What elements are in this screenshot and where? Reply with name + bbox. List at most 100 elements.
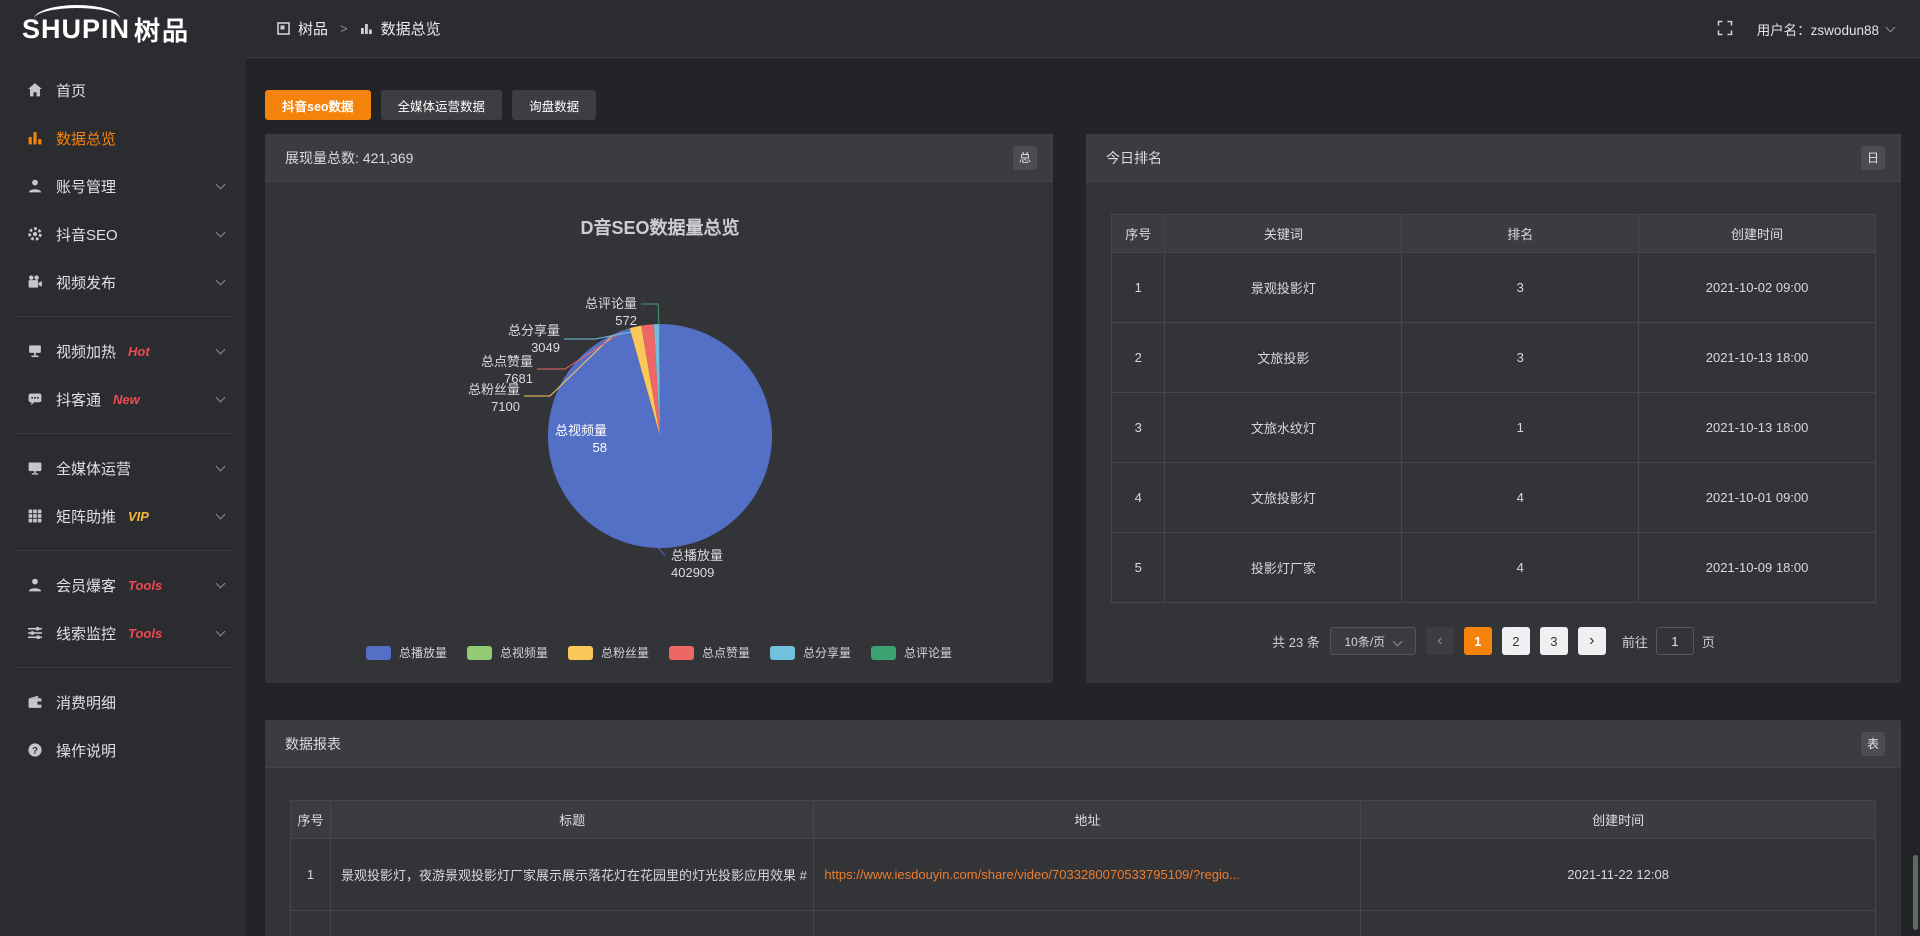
sidebar-item-lead-monitor[interactable]: 线索监控 Tools [0,609,246,657]
cell-time: 2021-10-13 18:00 [1639,393,1876,463]
page-button-3[interactable]: 3 [1540,627,1568,655]
table-toggle-button[interactable]: 表 [1861,732,1885,756]
legend-label: 总视频量 [500,644,548,661]
chevron-down-icon [1393,636,1403,646]
chevron-down-icon [216,345,226,355]
tab-bar: 抖音seo数据 全媒体运营数据 询盘数据 [265,90,1901,120]
legend-item-fans[interactable]: 总粉丝量 [568,644,649,661]
sidebar-item-help[interactable]: ? 操作说明 [0,726,246,774]
app-square-icon [277,22,290,35]
sidebar-divider [14,550,232,551]
topbar: 树品 > 数据总览 用户名：zswodun88 [246,0,1920,58]
sidebar-item-label: 会员爆客 [56,575,116,596]
breadcrumb-separator: > [340,21,348,36]
page-size-select[interactable]: 10条/页 [1330,627,1416,655]
goto-page: 前往 页 [1622,627,1715,655]
sidebar-item-member-burst[interactable]: 会员爆客 Tools [0,561,246,609]
svg-text:7681: 7681 [504,371,533,386]
next-page-button[interactable]: › [1578,627,1606,655]
total-toggle-button[interactable]: 总 [1013,146,1037,170]
sidebar-item-label: 视频发布 [56,272,116,293]
pie-chart: D音SEO数据量总览 总播放量402909总视频量58总粉丝量7100总点赞量7… [265,182,1053,642]
sidebar-item-data-overview[interactable]: 数据总览 [0,114,246,162]
legend-item-likes[interactable]: 总点赞量 [669,644,750,661]
sidebar-item-video-publish[interactable]: 视频发布 [0,258,246,306]
user-menu[interactable]: 用户名：zswodun88 [1757,19,1894,39]
sidebar-item-douyin-seo[interactable]: 抖音SEO [0,210,246,258]
breadcrumb-root[interactable]: 树品 [298,18,328,39]
page-button-2[interactable]: 2 [1502,627,1530,655]
question-circle-icon: ? [26,742,43,759]
page-scrollbar[interactable] [1913,855,1918,930]
sidebar-item-douketong[interactable]: 抖客通 New [0,375,246,423]
svg-text:402909: 402909 [671,565,714,580]
ranking-panel-title: 今日排名 [1106,148,1162,168]
col-header-time: 创建时间 [1361,801,1876,839]
topbar-right: 用户名：zswodun88 [1717,19,1894,39]
cell-title: 景观投影灯，夜游景观投影灯厂家展示展示落花灯在花园里的灯光投影应用效果 # [331,839,814,911]
legend-item-video[interactable]: 总视频量 [467,644,548,661]
new-badge: New [113,392,140,407]
chevron-down-icon [216,276,226,286]
prev-page-button[interactable]: ‹ [1426,627,1454,655]
legend-item-comments[interactable]: 总评论量 [871,644,952,661]
col-header-title: 标题 [331,801,814,839]
cell-keyword: 文旅投影 [1165,323,1402,393]
chevron-down-icon [216,180,226,190]
sidebar-item-label: 视频加热 [56,341,116,362]
cell-index: 3 [1112,393,1165,463]
sidebar-item-home[interactable]: 首页 [0,66,246,114]
page-button-1[interactable]: 1 [1464,627,1492,655]
legend-item-play[interactable]: 总播放量 [366,644,447,661]
breadcrumb: 树品 > 数据总览 [277,18,441,39]
legend-swatch [366,646,391,660]
sidebar-item-label: 账号管理 [56,176,116,197]
goto-page-input[interactable] [1656,627,1694,655]
sidebar-item-video-heat[interactable]: 视频加热 Hot [0,327,246,375]
monitor-icon [26,460,43,477]
ranking-table: 序号 关键词 排名 创建时间 1 景观投影灯 3 2021-10-02 09:0… [1111,214,1876,603]
chevron-down-icon [1886,23,1896,33]
video-link[interactable]: https://www.iesdouyin.com/share/video/70… [824,867,1240,882]
table-row: 5 投影灯厂家 4 2021-10-09 18:00 [1112,533,1876,603]
tools-badge: Tools [128,626,162,641]
col-header-url: 地址 [814,801,1361,839]
sidebar-item-account[interactable]: 账号管理 [0,162,246,210]
cell-time: 2021-10-13 18:00 [1639,323,1876,393]
sidebar-item-expense-detail[interactable]: 消费明细 [0,678,246,726]
sidebar-item-media-operation[interactable]: 全媒体运营 [0,444,246,492]
fullscreen-icon[interactable] [1717,20,1735,38]
tab-media-operation-data[interactable]: 全媒体运营数据 [381,90,503,120]
table-row-partial [291,911,1876,936]
tab-inquiry-data[interactable]: 询盘数据 [512,90,596,120]
col-header-rank: 排名 [1402,215,1639,253]
cell-keyword: 景观投影灯 [1165,253,1402,323]
tools-badge: Tools [128,578,162,593]
logo-arc [34,5,120,19]
table-row: 1 景观投影灯，夜游景观投影灯厂家展示展示落花灯在花园里的灯光投影应用效果 # … [291,839,1876,911]
member-icon [26,577,43,594]
gear-icon [26,226,43,243]
sidebar-nav: 首页 数据总览 账号管理 抖音SEO 视频发布 视频加热 Hot [0,58,246,774]
svg-text:572: 572 [615,313,637,328]
sidebar-item-label: 抖音SEO [56,224,118,245]
svg-text:总分享量: 总分享量 [508,323,560,338]
table-header-row: 序号 标题 地址 创建时间 [291,801,1876,839]
legend-item-shares[interactable]: 总分享量 [770,644,851,661]
hot-badge: Hot [128,344,150,359]
daily-toggle-button[interactable]: 日 [1861,146,1885,170]
ranking-panel-header: 今日排名 日 [1086,134,1901,182]
cell-rank: 3 [1402,253,1639,323]
overview-panel-header: 展现量总数: 421,369 总 [265,134,1053,182]
dashboard-page: { "topbar": { "logo_en": "SHUPIN", "logo… [0,0,1920,936]
legend-label: 总点赞量 [702,644,750,661]
sidebar-item-matrix-boost[interactable]: 矩阵助推 VIP [0,492,246,540]
main-area: 树品 > 数据总览 用户名：zswodun88 抖音seo数据 全媒体运营数据 … [246,0,1920,936]
data-report-panel: 数据报表 表 序号 标题 地址 创建时间 1 景观投影灯，夜游景观投影灯厂 [265,720,1901,936]
tab-douyin-seo-data[interactable]: 抖音seo数据 [265,90,371,120]
chevron-down-icon [216,579,226,589]
logo-text-cn: 树品 [134,11,190,48]
sidebar-item-label: 首页 [56,80,86,101]
chat-bubble-icon [26,391,43,408]
chart-title: D音SEO数据量总览 [580,217,739,238]
